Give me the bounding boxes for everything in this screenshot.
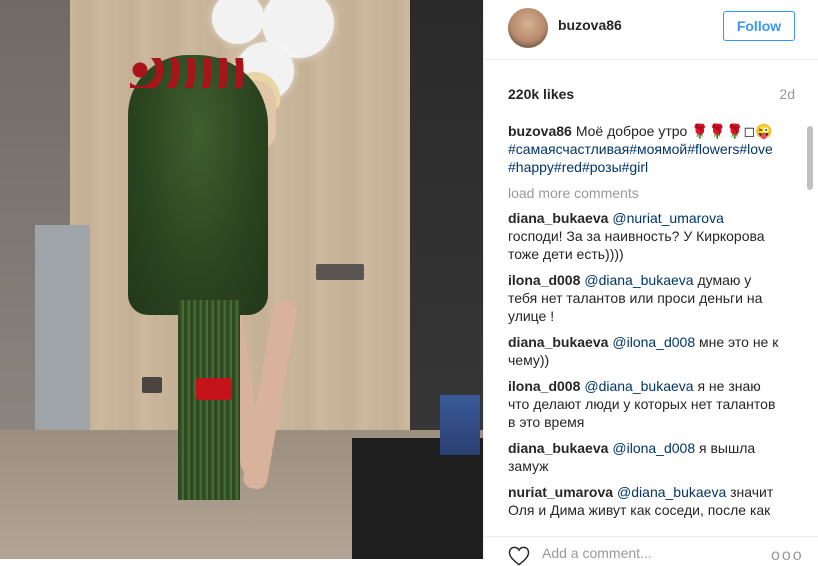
comment-username[interactable]: diana_bukaeva — [508, 440, 608, 456]
likes-row: 220k likes 2d — [508, 86, 795, 104]
caption-hashtags[interactable]: #самаясчастливая#моямой#flowers#love#hap… — [508, 141, 773, 175]
follow-button[interactable]: Follow — [723, 11, 795, 41]
comment-username[interactable]: nuriat_umarova — [508, 484, 613, 500]
caption: buzova86 Моё доброе утро 🌹🌹🌹◻😜 #самаясчас… — [508, 122, 779, 176]
caption-username[interactable]: buzova86 — [508, 123, 572, 139]
comment-username[interactable]: ilona_d008 — [508, 378, 580, 394]
add-comment-row: ooo — [484, 536, 818, 566]
comments-list[interactable]: buzova86 Моё доброе утро 🌹🌹🌹◻😜 #самаясчас… — [508, 122, 779, 522]
heart-icon[interactable] — [508, 546, 530, 566]
likes-count[interactable]: 220k likes — [508, 86, 574, 102]
comment-username[interactable]: diana_bukaeva — [508, 210, 608, 226]
more-options-icon[interactable]: ooo — [771, 547, 804, 565]
list-item: diana_bukaeva @ilona_d008 мне это не к че… — [508, 333, 779, 369]
post-age[interactable]: 2d — [779, 86, 795, 102]
header-username[interactable]: buzova86 — [558, 17, 622, 33]
comment-mention[interactable]: @diana_bukaeva — [584, 272, 693, 288]
post-sidebar: buzova86 Follow 220k likes 2d buzova86 Мо… — [483, 0, 818, 566]
comment-mention[interactable]: @ilona_d008 — [612, 334, 695, 350]
comment-username[interactable]: diana_bukaeva — [508, 334, 608, 350]
comment-text: господи! За за наивность? У Киркорова то… — [508, 228, 765, 262]
post-photo[interactable] — [0, 0, 483, 559]
load-more-comments-link[interactable]: load more comments — [508, 184, 779, 202]
comment-mention[interactable]: @nuriat_umarova — [612, 210, 724, 226]
list-item: diana_bukaeva @ilona_d008 я вышла замуж — [508, 439, 779, 475]
scroll-thumb[interactable] — [807, 126, 813, 190]
list-item: ilona_d008 @diana_bukaeva я не знаю что д… — [508, 377, 779, 431]
list-item: nuriat_umarova @diana_bukaeva значит Оля … — [508, 483, 779, 522]
list-item: diana_bukaeva @nuriat_umarova господи! За… — [508, 209, 779, 263]
comment-username[interactable]: ilona_d008 — [508, 272, 580, 288]
list-item: ilona_d008 @diana_bukaeva думаю у тебя не… — [508, 271, 779, 325]
comment-mention[interactable]: @diana_bukaeva — [584, 378, 693, 394]
comments-scrollbar[interactable] — [806, 122, 814, 522]
avatar[interactable] — [508, 8, 548, 48]
comment-mention[interactable]: @diana_bukaeva — [617, 484, 726, 500]
comment-mention[interactable]: @ilona_d008 — [612, 440, 695, 456]
post-header: buzova86 Follow — [484, 0, 818, 60]
caption-text: Моё доброе утро 🌹🌹🌹◻😜 — [575, 123, 773, 139]
